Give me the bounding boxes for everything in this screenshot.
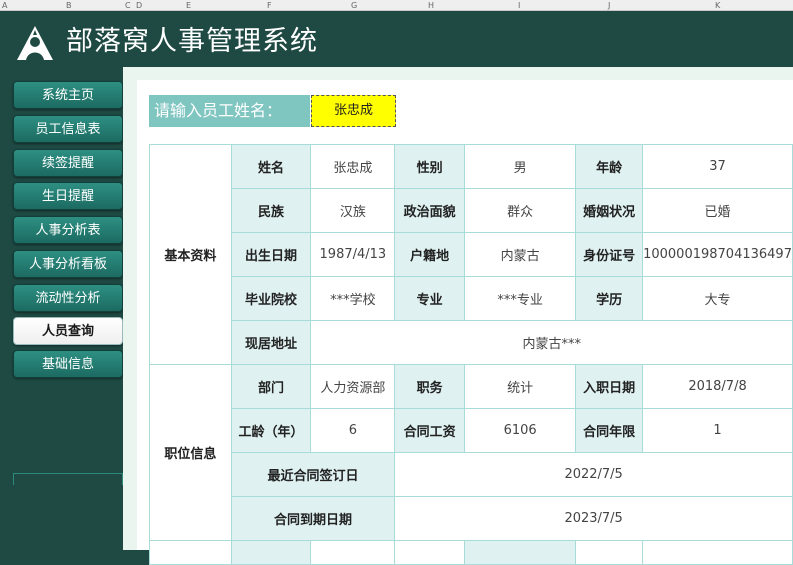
contract-expiry-label: 合同到期日期 xyxy=(230,496,396,541)
employee-name-label: 请输入员工姓名： xyxy=(149,95,310,127)
birth-date-value: 1987/4/13 xyxy=(310,232,396,277)
column-letter: A xyxy=(2,1,8,10)
nav-home-button[interactable]: 系统主页 xyxy=(13,81,123,109)
department-value: 人力资源部 xyxy=(310,364,396,409)
id-number-value: 100000198704136497 xyxy=(642,232,793,277)
employee-info-table: 基本资料 姓名 张忠成 性别 男 年龄 37 民族 汉族 政治面貌 群众 婚姻状… xyxy=(149,144,793,565)
birth-date-label: 出生日期 xyxy=(230,232,312,277)
address-label: 现居地址 xyxy=(230,320,312,365)
contract-term-value: 1 xyxy=(642,408,793,453)
tenure-label: 工龄（年） xyxy=(230,408,312,453)
recent-contract-date-value: 2022/7/5 xyxy=(394,452,793,497)
nav-renewal-reminder-button[interactable]: 续签提醒 xyxy=(13,149,123,177)
department-label: 部门 xyxy=(230,364,312,409)
sidebar-frame xyxy=(13,473,123,485)
table-row xyxy=(149,540,793,565)
contract-term-label: 合同年限 xyxy=(575,408,644,453)
app-title: 部落窝人事管理系统 xyxy=(66,26,318,57)
major-value: ***专业 xyxy=(464,276,577,321)
address-value: 内蒙古*** xyxy=(310,320,793,365)
hire-date-label: 入职日期 xyxy=(575,364,644,409)
id-number-label: 身份证号 xyxy=(575,232,644,277)
nav-staff-query-button[interactable]: 人员查询 xyxy=(13,317,123,345)
column-letter: I xyxy=(518,1,521,10)
marital-status-label: 婚姻状况 xyxy=(575,188,644,233)
political-status-value: 群众 xyxy=(464,188,577,233)
recent-contract-date-label: 最近合同签订日 xyxy=(230,452,396,497)
nav-hr-analysis-table-button[interactable]: 人事分析表 xyxy=(13,216,123,244)
contract-salary-label: 合同工资 xyxy=(394,408,466,453)
table-row: 民族 汉族 政治面貌 群众 婚姻状况 已婚 xyxy=(150,188,793,233)
position-value: 统计 xyxy=(464,364,577,409)
hukou-value: 内蒙古 xyxy=(464,232,577,277)
nav-turnover-analysis-button[interactable]: 流动性分析 xyxy=(13,284,123,312)
column-letter: D xyxy=(136,1,143,10)
table-cell xyxy=(642,540,793,565)
tenure-value: 6 xyxy=(310,408,396,453)
table-cell xyxy=(575,540,644,565)
age-label: 年龄 xyxy=(575,144,644,189)
job-info-section-label: 职位信息 xyxy=(149,364,232,541)
gender-label: 性别 xyxy=(394,144,466,189)
nav-employee-info-button[interactable]: 员工信息表 xyxy=(13,115,123,143)
column-letter: H xyxy=(428,1,435,10)
column-letter: G xyxy=(351,1,358,10)
table-cell xyxy=(464,540,577,565)
column-letter: E xyxy=(186,1,192,10)
education-value: 大专 xyxy=(642,276,793,321)
table-cell xyxy=(310,540,396,565)
nav-birthday-reminder-button[interactable]: 生日提醒 xyxy=(13,182,123,210)
hire-date-value: 2018/7/8 xyxy=(642,364,793,409)
table-cell xyxy=(394,540,466,565)
column-letter: K xyxy=(715,1,721,10)
employee-name-input[interactable]: 张忠成 xyxy=(311,95,396,127)
nav-hr-dashboard-button[interactable]: 人事分析看板 xyxy=(13,250,123,278)
table-cell xyxy=(149,540,232,565)
basic-info-section-label: 基本资料 xyxy=(149,144,232,365)
column-letter: F xyxy=(267,1,272,10)
name-value: 张忠成 xyxy=(310,144,396,189)
contract-expiry-value: 2023/7/5 xyxy=(394,496,793,541)
contract-salary-value: 6106 xyxy=(464,408,577,453)
table-row: 工龄（年） 6 合同工资 6106 合同年限 1 xyxy=(150,408,793,453)
political-status-label: 政治面貌 xyxy=(394,188,466,233)
nav-basic-info-button[interactable]: 基础信息 xyxy=(13,350,123,378)
column-letter: B xyxy=(66,1,72,10)
major-label: 专业 xyxy=(394,276,466,321)
gender-value: 男 xyxy=(464,144,577,189)
table-row: 合同到期日期 2023/7/5 xyxy=(150,496,793,541)
school-label: 毕业院校 xyxy=(230,276,312,321)
education-label: 学历 xyxy=(575,276,644,321)
table-row: 最近合同签订日 2022/7/5 xyxy=(150,452,793,497)
table-row: 现居地址 内蒙古*** xyxy=(150,320,793,365)
tribe-logo-icon xyxy=(17,26,53,60)
table-row: 毕业院校 ***学校 专业 ***专业 学历 大专 xyxy=(150,276,793,321)
table-row: 出生日期 1987/4/13 户籍地 内蒙古 身份证号 100000198704… xyxy=(150,232,793,277)
name-label: 姓名 xyxy=(230,144,312,189)
age-value: 37 xyxy=(642,144,793,189)
table-row: 基本资料 姓名 张忠成 性别 男 年龄 37 xyxy=(149,144,793,365)
table-row: 职位信息 部门 人力资源部 职务 统计 入职日期 2018/7/8 xyxy=(149,364,793,541)
school-value: ***学校 xyxy=(310,276,396,321)
marital-status-value: 已婚 xyxy=(642,188,793,233)
table-cell xyxy=(230,540,312,565)
position-label: 职务 xyxy=(394,364,466,409)
column-letter: C xyxy=(125,1,131,10)
hukou-label: 户籍地 xyxy=(394,232,466,277)
column-letter: J xyxy=(608,1,611,10)
ethnicity-label: 民族 xyxy=(230,188,312,233)
spreadsheet-column-header: A B C D E F G H I J K xyxy=(0,0,793,11)
ethnicity-value: 汉族 xyxy=(310,188,396,233)
app-header: 部落窝人事管理系统 xyxy=(0,11,793,67)
